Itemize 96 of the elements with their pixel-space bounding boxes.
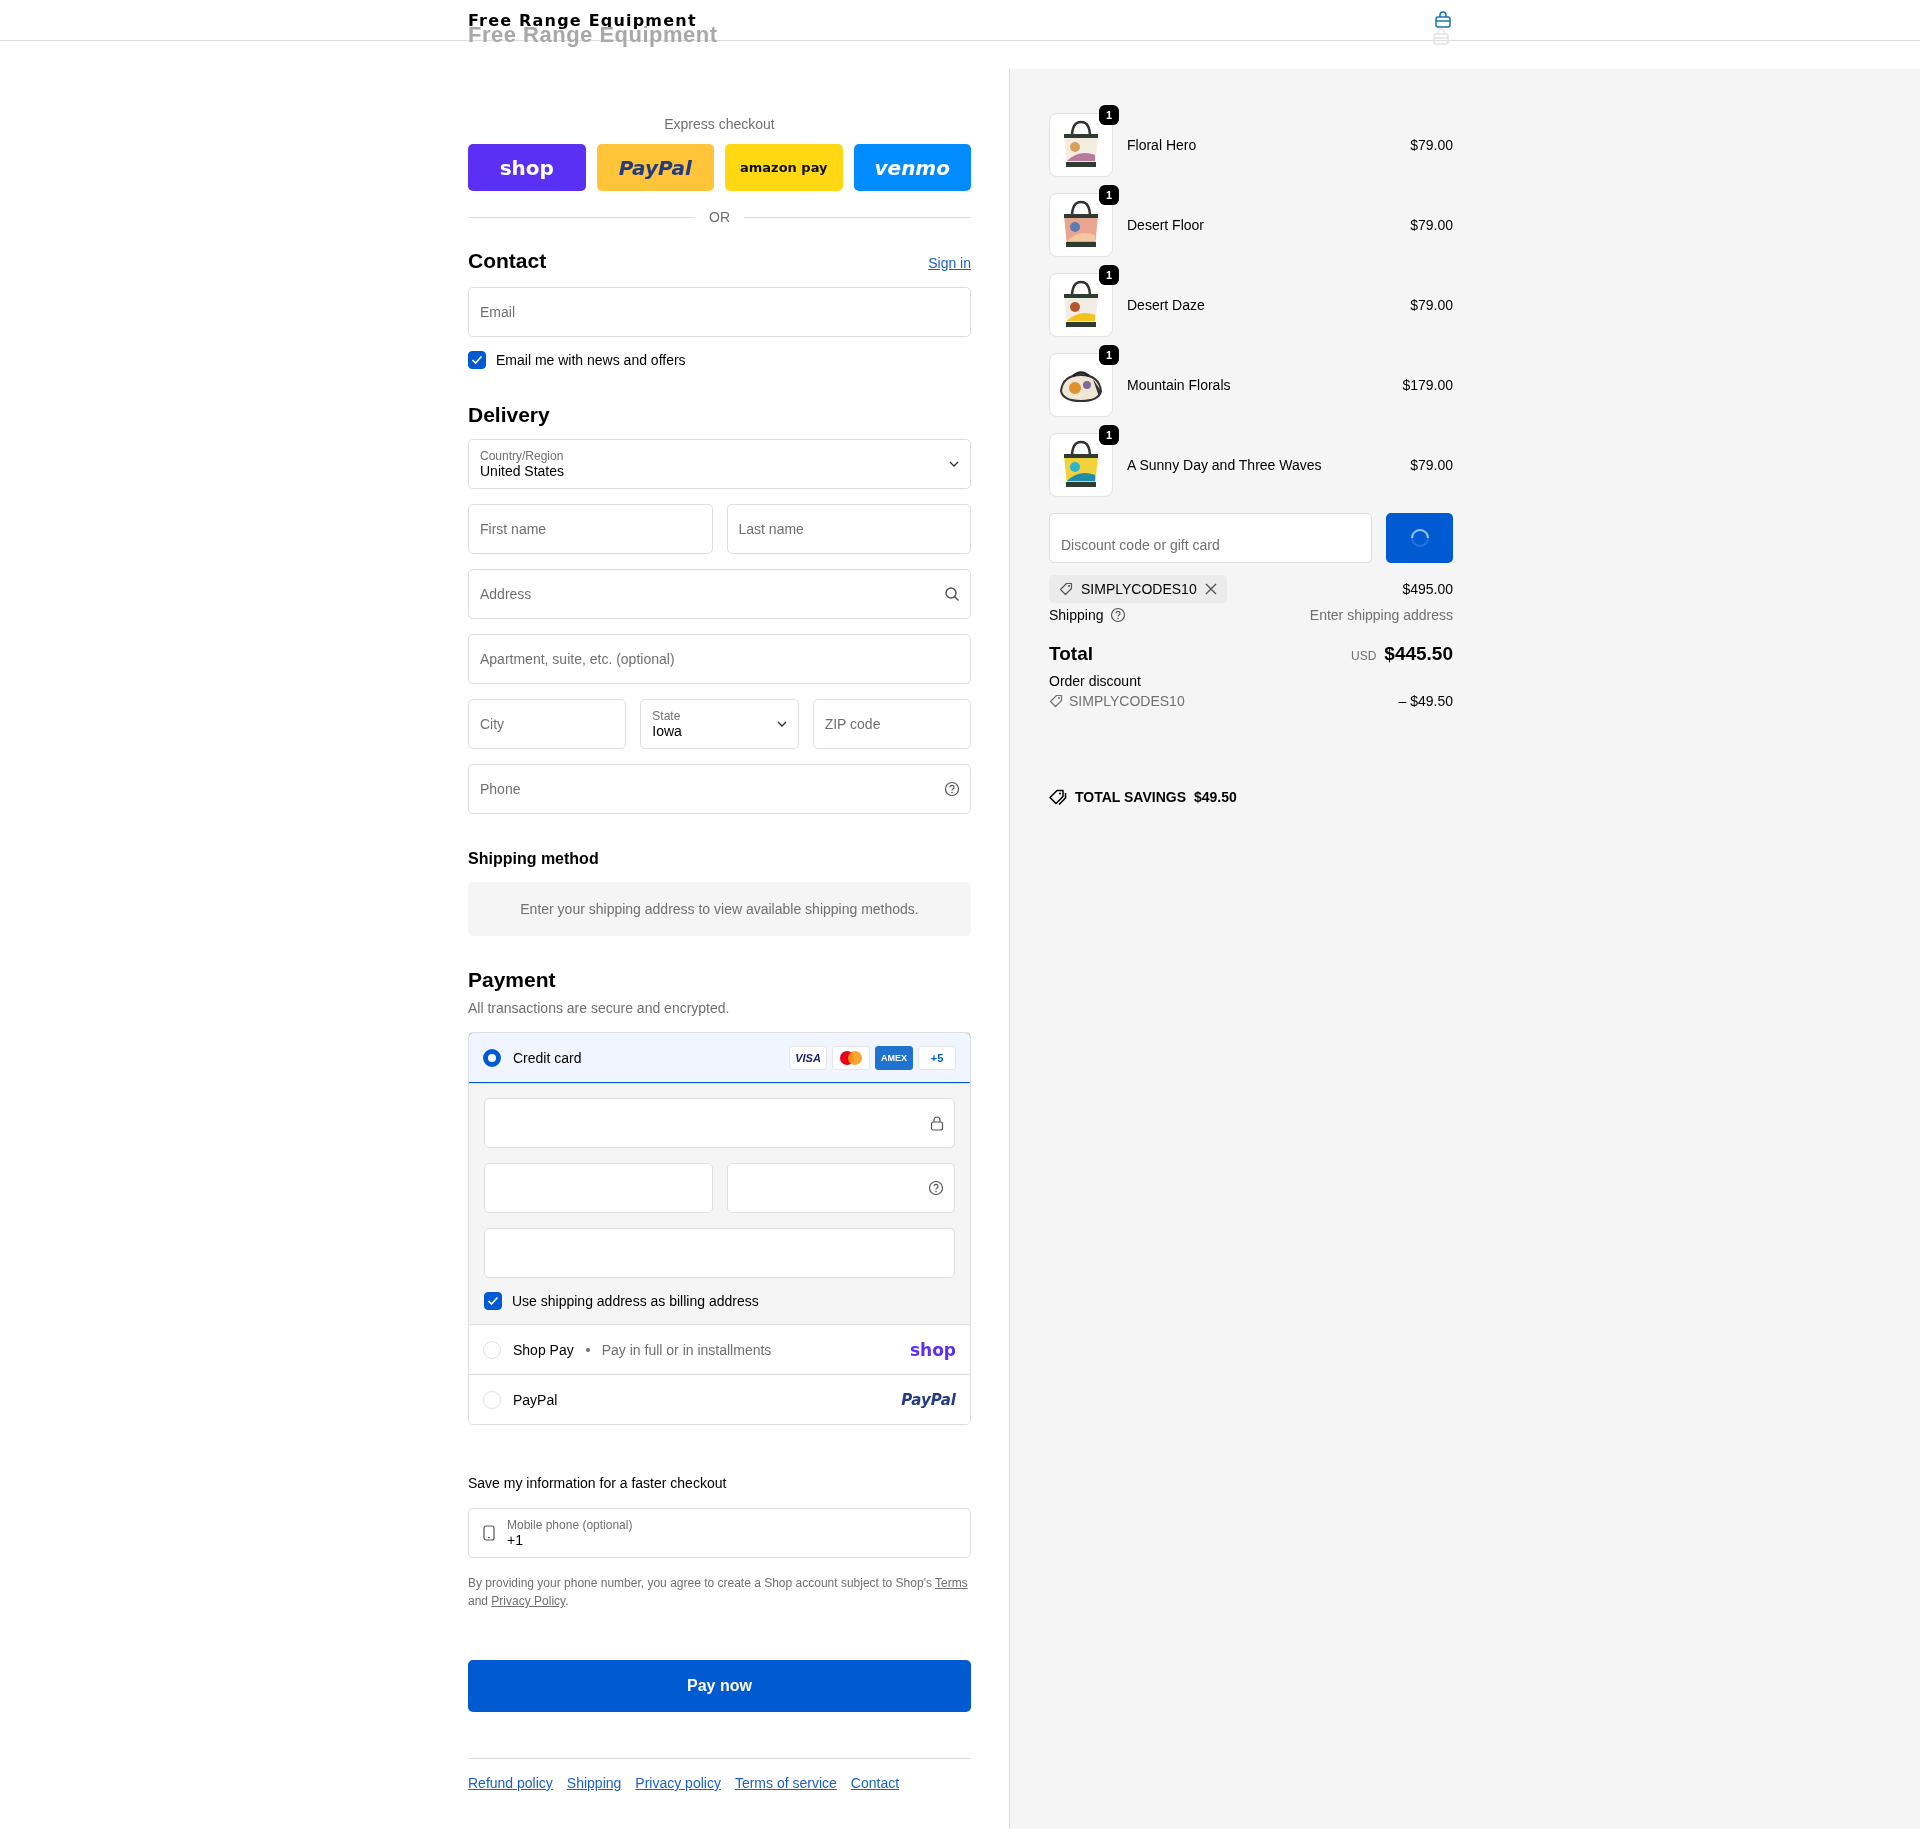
input-field[interactable]: First name bbox=[468, 504, 713, 554]
radio-button[interactable] bbox=[483, 1048, 501, 1067]
phone-icon bbox=[483, 1525, 495, 1541]
dropdown-field[interactable]: State Iowa bbox=[640, 699, 799, 749]
search-icon bbox=[944, 586, 960, 602]
product-price: $179.00 bbox=[1402, 377, 1453, 393]
section-heading: Contact bbox=[468, 249, 547, 273]
savings-label: TOTAL SAVINGS bbox=[1075, 789, 1186, 805]
total-label: Total bbox=[1049, 643, 1093, 665]
quantity-badge: 1 bbox=[1099, 265, 1119, 285]
payment-option[interactable]: Credit card VISA AMEX +5 bbox=[469, 1033, 970, 1083]
card-brand-badge: VISA bbox=[789, 1045, 827, 1070]
bag-icon[interactable] bbox=[1434, 11, 1452, 29]
input-field[interactable] bbox=[726, 1163, 955, 1213]
check-icon bbox=[471, 355, 483, 365]
discount-code: SIMPLYCODES10 bbox=[1081, 581, 1197, 597]
footer-link[interactable]: Refund policy bbox=[468, 1775, 553, 1791]
venmo-button[interactable]: venmo bbox=[853, 144, 971, 191]
product-price: $79.00 bbox=[1410, 297, 1453, 313]
express-checkout-label: Express checkout bbox=[663, 116, 776, 132]
total-amount: $445.50 bbox=[1384, 643, 1453, 665]
input-field[interactable]: Address bbox=[468, 569, 971, 619]
paypal-button[interactable]: PayPal bbox=[596, 144, 714, 191]
discount-amount: – $49.50 bbox=[1398, 693, 1453, 709]
divider-label: OR bbox=[709, 209, 730, 225]
pay-button[interactable]: Pay now bbox=[468, 1660, 971, 1712]
shop-button[interactable]: shop bbox=[468, 144, 586, 191]
brand-logo: PayPal bbox=[901, 1390, 956, 1409]
checkbox-label: Use shipping address as billing address bbox=[512, 1293, 759, 1309]
product-name: Desert Floor bbox=[1127, 217, 1206, 233]
payment-option[interactable]: PayPal PayPal bbox=[469, 1374, 970, 1424]
footer-link[interactable]: Contact bbox=[850, 1775, 900, 1791]
input-field[interactable]: Phone bbox=[468, 764, 971, 814]
info-message: Enter your shipping address to view available shipping methods. bbox=[468, 882, 971, 936]
section-label: Save my information for a faster checkout bbox=[468, 1475, 728, 1491]
discount-label: Order discount bbox=[1049, 673, 1141, 689]
input-field[interactable]: Email bbox=[468, 287, 971, 337]
quantity-badge: 1 bbox=[1099, 185, 1119, 205]
product-name: Floral Hero bbox=[1127, 137, 1198, 153]
mastercard-icon bbox=[832, 1045, 870, 1070]
lock-icon bbox=[930, 1115, 944, 1131]
input-field[interactable]: City bbox=[468, 699, 627, 749]
footer-link[interactable]: Privacy policy bbox=[635, 1775, 721, 1791]
tag-icon bbox=[1049, 694, 1063, 708]
product-price: $79.00 bbox=[1410, 137, 1453, 153]
help-icon bbox=[944, 781, 960, 797]
amazon-button[interactable]: amazon pay bbox=[725, 144, 843, 191]
footer-link[interactable]: Shipping bbox=[566, 1775, 622, 1791]
section-subtitle: All transactions are secure and encrypted. bbox=[468, 1000, 731, 1016]
section-heading: Payment bbox=[468, 968, 556, 992]
input-field[interactable] bbox=[484, 1163, 713, 1213]
legal-text: By providing your phone number, you agree to create a Shop account subject to Shop's Terms and Privacy Policy. bbox=[468, 1575, 969, 1610]
product-price: $79.00 bbox=[1410, 217, 1453, 233]
discount-field[interactable]: Discount code or gift card bbox=[1049, 513, 1372, 563]
apply-button[interactable] bbox=[1386, 513, 1453, 563]
brand-logo: shop bbox=[909, 1339, 956, 1360]
quantity-badge: 1 bbox=[1099, 425, 1119, 445]
input-field[interactable]: ZIP code bbox=[812, 699, 971, 749]
chevron-down-icon bbox=[776, 721, 787, 727]
card-brand-badge: AMEX bbox=[875, 1045, 913, 1070]
currency-code: USD bbox=[1350, 649, 1377, 663]
discount-code: SIMPLYCODES10 bbox=[1069, 693, 1185, 709]
input-field[interactable] bbox=[484, 1228, 955, 1278]
terms-link[interactable]: Terms bbox=[935, 1576, 968, 1590]
tags-icon bbox=[1049, 789, 1067, 805]
dropdown-field[interactable]: Country/Region United States bbox=[468, 439, 971, 489]
input-field[interactable]: Apartment, suite, etc. (optional) bbox=[468, 634, 971, 684]
savings-amount: $49.50 bbox=[1194, 789, 1237, 805]
input-field[interactable]: Last name bbox=[726, 504, 971, 554]
payment-note: Pay in full or in installments bbox=[601, 1341, 773, 1358]
checkbox-label: Email me with news and offers bbox=[496, 352, 686, 368]
product-price: $79.00 bbox=[1410, 457, 1453, 473]
check-icon bbox=[487, 1296, 499, 1306]
phone-field[interactable]: Mobile phone (optional) +1 bbox=[468, 1508, 971, 1558]
subtotal-amount: $495.00 bbox=[1402, 581, 1453, 597]
section-heading: Shipping method bbox=[468, 850, 600, 868]
input-field[interactable] bbox=[484, 1098, 955, 1148]
shipping-value: Enter shipping address bbox=[1309, 607, 1453, 623]
chevron-down-icon bbox=[949, 461, 959, 467]
help-icon bbox=[1109, 607, 1126, 623]
product-name: A Sunny Day and Three Waves bbox=[1127, 457, 1323, 473]
section-heading: Delivery bbox=[468, 403, 550, 427]
shipping-label: Shipping bbox=[1049, 607, 1104, 623]
help-icon bbox=[928, 1180, 944, 1196]
footer-link[interactable]: Terms of service bbox=[734, 1775, 837, 1791]
product-name: Desert Daze bbox=[1127, 297, 1206, 313]
checkbox[interactable] bbox=[468, 351, 486, 369]
close-icon[interactable] bbox=[1204, 583, 1217, 595]
card-brand-badge: +5 bbox=[918, 1045, 956, 1070]
spinner-icon bbox=[1410, 529, 1429, 547]
checkbox[interactable] bbox=[484, 1292, 502, 1310]
quantity-badge: 1 bbox=[1099, 105, 1119, 125]
tag-icon bbox=[1059, 582, 1073, 596]
sign-in-link[interactable]: Sign in bbox=[928, 255, 971, 271]
quantity-badge: 1 bbox=[1099, 345, 1119, 365]
product-name: Mountain Florals bbox=[1127, 377, 1232, 393]
